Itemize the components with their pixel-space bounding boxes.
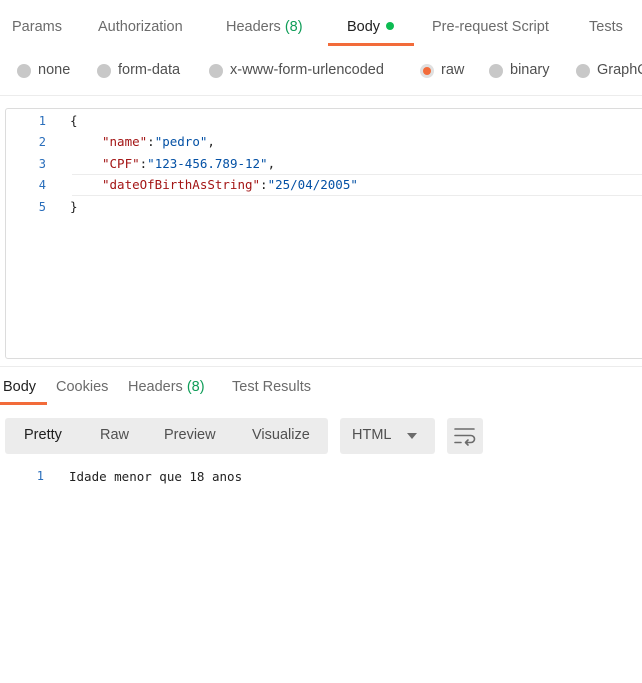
tab-prerequest-script[interactable]: Pre-request Script (432, 19, 549, 35)
body-status-dot-icon (386, 22, 395, 30)
divider (0, 366, 642, 367)
format-dropdown-label: HTML (352, 427, 392, 443)
json-comma: , (207, 134, 215, 149)
json-colon: : (260, 177, 268, 192)
tab-body-label: Body (347, 19, 381, 35)
tab-body[interactable]: Body (347, 19, 395, 35)
code-line-2: "name":"pedro", (102, 134, 215, 149)
radio-none[interactable] (17, 64, 31, 78)
tab-headers[interactable]: Headers (8) (226, 19, 303, 35)
response-tab-cookies[interactable]: Cookies (56, 379, 108, 395)
radio-binary-label: binary (510, 62, 550, 78)
tab-tests[interactable]: Tests (589, 19, 623, 35)
code-line-4: "dateOfBirthAsString":"25/04/2005" (102, 177, 358, 192)
view-raw-button[interactable]: Raw (100, 427, 129, 443)
radio-form-data[interactable] (97, 64, 111, 78)
radio-urlencoded-label: x-www-form-urlencoded (230, 62, 384, 78)
radio-raw[interactable] (420, 64, 434, 78)
json-key: "dateOfBirthAsString" (102, 177, 261, 192)
radio-raw-label: raw (441, 62, 465, 78)
wrap-lines-icon (454, 428, 476, 446)
json-value: "25/04/2005" (267, 177, 358, 192)
radio-graphql-label: GraphQ (597, 62, 642, 78)
response-tab-headers-label: Headers (128, 379, 183, 395)
json-key: "name" (102, 134, 148, 149)
close-brace: } (70, 199, 78, 214)
active-tab-indicator (328, 43, 414, 46)
tab-params[interactable]: Params (12, 19, 62, 35)
line-number: 1 (38, 114, 46, 128)
line-number: 5 (38, 200, 46, 214)
json-comma: , (267, 156, 276, 171)
response-tab-headers[interactable]: Headers (8) (128, 379, 205, 395)
code-line-5: } (70, 199, 78, 214)
response-line-number: 1 (36, 469, 44, 483)
radio-binary[interactable] (489, 64, 503, 78)
response-body-text: Idade menor que 18 anos (69, 469, 243, 484)
view-pretty-button[interactable]: Pretty (24, 427, 62, 443)
tab-headers-count: (8) (284, 19, 303, 35)
open-brace: { (70, 113, 78, 128)
divider (0, 95, 642, 96)
line-number: 3 (38, 157, 46, 171)
radio-graphql[interactable] (576, 64, 590, 78)
response-tab-test-results[interactable]: Test Results (232, 379, 311, 395)
request-body-editor[interactable]: 1 2 3 4 5 { "name":"pedro", "CPF":"123-4… (5, 108, 642, 359)
response-tab-body[interactable]: Body (3, 379, 36, 395)
json-colon: : (147, 134, 155, 149)
json-key: "CPF" (102, 156, 140, 171)
view-visualize-button[interactable]: Visualize (252, 427, 310, 443)
code-line-3: "CPF":"123-456.789-12", (102, 156, 275, 171)
response-view-switcher: Pretty Raw Preview Visualize (5, 418, 328, 454)
format-dropdown[interactable]: HTML (340, 418, 435, 454)
tab-headers-label: Headers (226, 19, 281, 35)
response-tab-headers-count: (8) (186, 379, 205, 395)
radio-form-data-label: form-data (118, 62, 181, 78)
code-line-1: { (70, 113, 78, 128)
json-value: "123-456.789-12" (147, 156, 268, 171)
chevron-down-icon (407, 433, 417, 439)
view-preview-button[interactable]: Preview (164, 427, 216, 443)
editor-gutter: 1 2 3 4 5 (6, 109, 66, 358)
radio-none-label: none (38, 62, 71, 78)
response-active-tab-indicator (0, 402, 47, 405)
tab-authorization[interactable]: Authorization (98, 19, 183, 35)
radio-urlencoded[interactable] (209, 64, 223, 78)
wrap-lines-button[interactable] (447, 418, 483, 454)
line-number: 4 (38, 178, 46, 192)
json-value: "pedro" (154, 134, 208, 149)
line-number: 2 (38, 135, 46, 149)
